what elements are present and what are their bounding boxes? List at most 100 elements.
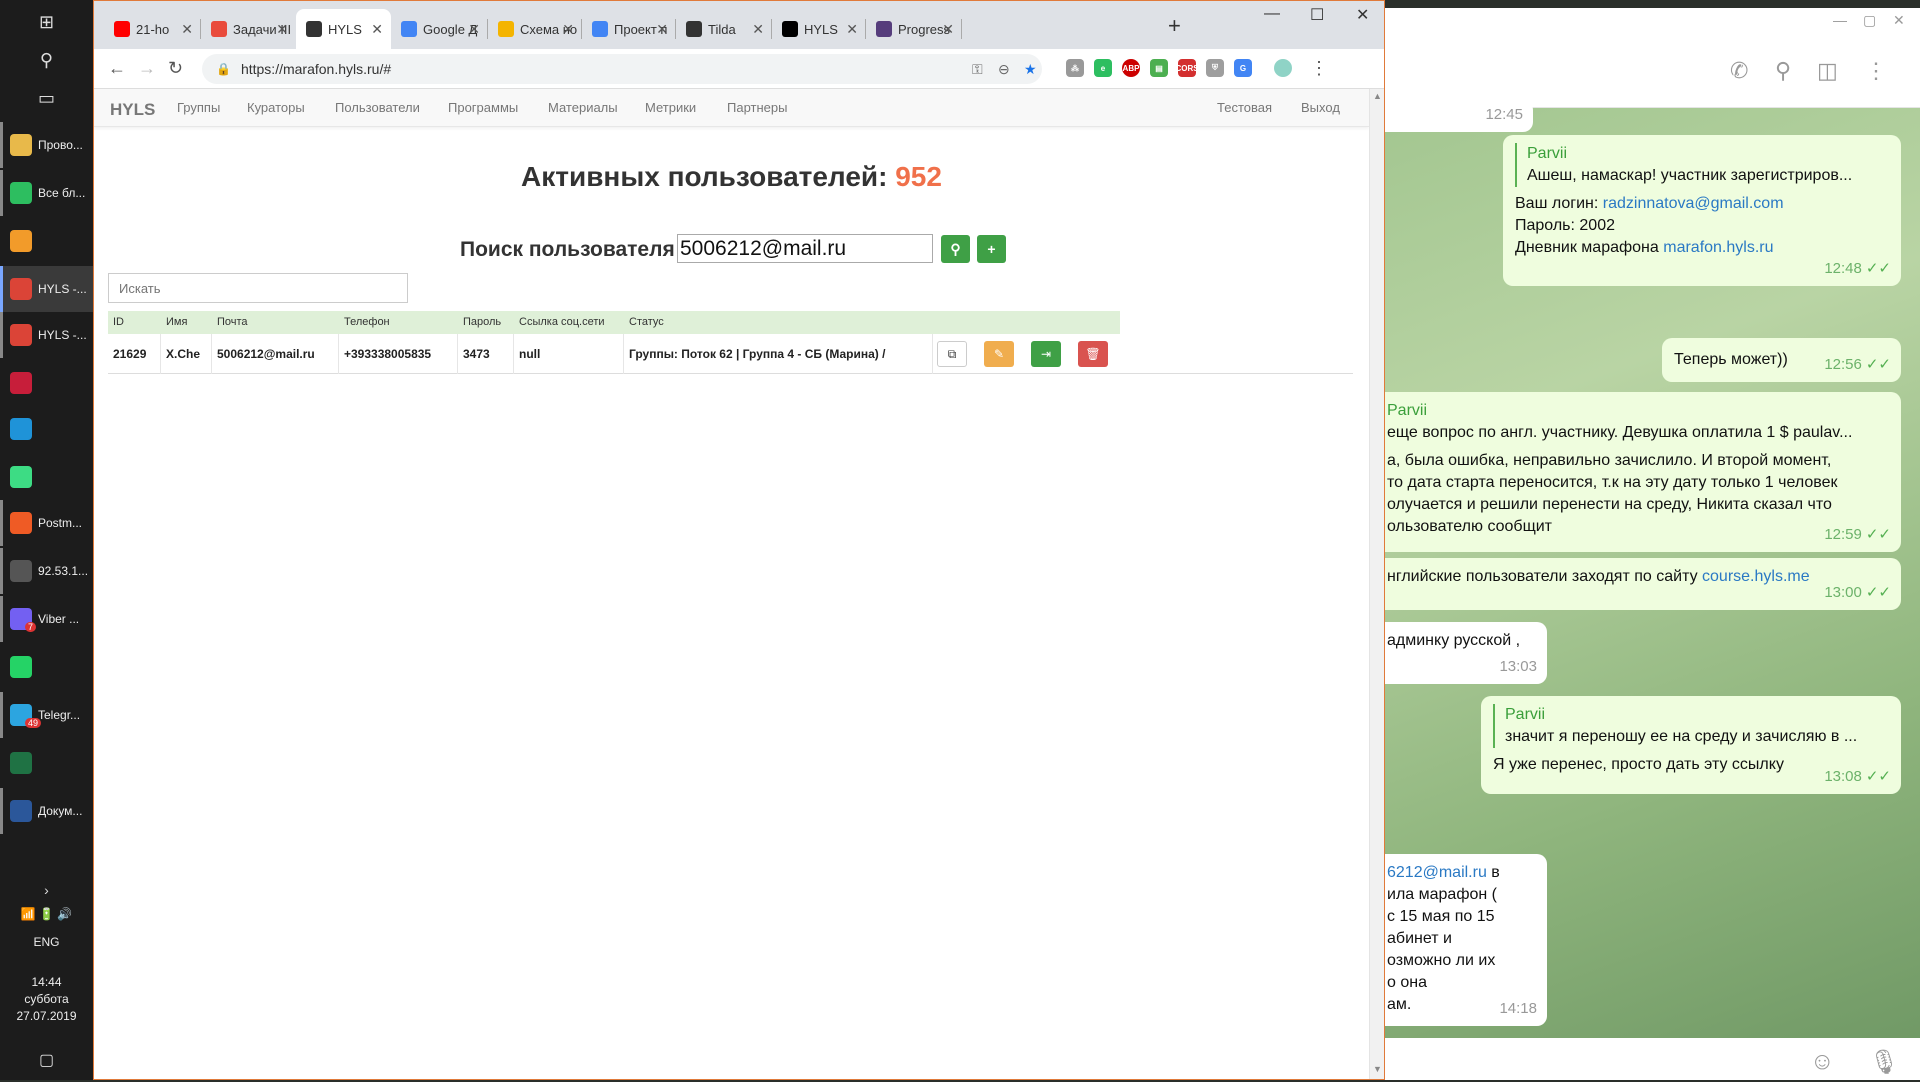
page-scrollbar[interactable]: ▲ ▼ (1369, 89, 1384, 1079)
taskbar-app[interactable] (0, 454, 93, 500)
taskbar-app[interactable] (0, 406, 93, 452)
evernote-icon[interactable]: e (1094, 59, 1112, 77)
search-icon[interactable]: ⚲ (1775, 58, 1791, 84)
nav-curators[interactable]: Кураторы (247, 100, 305, 115)
browser-tab[interactable]: Progress ✕ (866, 9, 962, 49)
close-tab-icon[interactable]: ✕ (562, 21, 574, 38)
menu-icon[interactable]: ⋮ (1310, 58, 1328, 79)
nav-materials[interactable]: Материалы (548, 100, 618, 115)
shield-icon[interactable]: ⛨ (1206, 59, 1224, 77)
close-icon[interactable]: ✕ (1356, 5, 1369, 25)
copy-button[interactable]: ⧉ (937, 341, 967, 367)
sidebar-toggle-icon[interactable]: ◫ (1817, 58, 1838, 84)
taskbar-app[interactable]: 92.53.1... (0, 548, 93, 594)
message[interactable]: Parvii еще вопрос по англ. участнику. Де… (1385, 392, 1901, 552)
browser-tab[interactable]: 21-ho ✕ (104, 9, 201, 49)
back-icon[interactable]: ← (108, 58, 126, 79)
message[interactable]: админку русской , 13:03 (1385, 622, 1547, 684)
login-as-button[interactable]: ⇥ (1031, 341, 1061, 367)
nav-users[interactable]: Пользователи (335, 100, 420, 115)
close-tab-icon[interactable]: ✕ (846, 21, 858, 38)
close-tab-icon[interactable]: ✕ (942, 21, 954, 38)
clock[interactable]: 14:44 суббота 27.07.2019 (0, 974, 93, 1025)
delete-button[interactable]: 🗑 (1078, 341, 1108, 367)
message[interactable]: Parvii Ашеш, намаскар! участник зарегист… (1503, 135, 1901, 286)
translate-icon[interactable]: G (1234, 59, 1252, 77)
key-icon[interactable]: ⚿ (972, 61, 983, 78)
extension-icon[interactable]: ⁂ (1066, 59, 1084, 77)
taskbar-app[interactable]: Все бл... (0, 170, 93, 216)
adblock-icon[interactable]: ABP (1122, 59, 1140, 77)
new-tab-button[interactable]: + (1168, 13, 1181, 39)
browser-tab[interactable]: HYLS ✕ (296, 9, 391, 49)
taskbar-app[interactable]: Postm... (0, 500, 93, 546)
extension-new-icon[interactable]: ▤ (1150, 59, 1168, 77)
add-user-button[interactable]: + (977, 235, 1006, 263)
taskbar-app[interactable] (0, 360, 93, 406)
scroll-up-icon[interactable]: ▲ (1373, 91, 1382, 101)
taskbar-app[interactable]: Докум... (0, 788, 93, 834)
taskbar-app[interactable] (0, 740, 93, 786)
cors-icon[interactable]: CORS (1175, 59, 1199, 77)
minimize-icon[interactable]: — (1833, 12, 1847, 28)
close-tab-icon[interactable]: ✕ (752, 21, 764, 38)
bookmark-star-icon[interactable]: ★ (1024, 61, 1037, 78)
address-bar[interactable]: 🔒 https://marafon.hyls.ru/# ⚿ ⊖ ★ (202, 54, 1042, 84)
phone-icon[interactable]: ✆ (1730, 58, 1748, 84)
taskbar-app[interactable]: HYLS -... (0, 312, 93, 358)
zoom-icon[interactable]: ⊖ (998, 61, 1010, 78)
message[interactable]: Теперь может)) 12:56 ✓✓ (1662, 338, 1901, 382)
nav-partners[interactable]: Партнеры (727, 100, 787, 115)
browser-tab[interactable]: Google Д ✕ (391, 9, 488, 49)
close-tab-icon[interactable]: ✕ (371, 21, 383, 38)
search-input[interactable] (677, 234, 933, 263)
taskbar-app[interactable]: 7 Viber ... (0, 596, 93, 642)
maximize-icon[interactable]: ▢ (1863, 12, 1876, 29)
profile-avatar[interactable] (1274, 59, 1292, 77)
close-icon[interactable]: ✕ (1893, 12, 1905, 29)
close-tab-icon[interactable]: ✕ (468, 21, 480, 38)
reply-quote[interactable]: Parvii Ашеш, намаскар! участник зарегист… (1515, 143, 1889, 187)
nav-groups[interactable]: Группы (177, 100, 220, 115)
taskbar-app[interactable] (0, 218, 93, 264)
task-view-icon[interactable]: ▭ (0, 76, 93, 120)
message-link[interactable]: 6212@mail.ru (1387, 864, 1487, 881)
taskbar-app[interactable] (0, 644, 93, 690)
maximize-icon[interactable]: ☐ (1310, 5, 1324, 25)
reply-quote[interactable]: Parvii значит я переношу ее на среду и з… (1493, 704, 1889, 748)
message-link[interactable]: course.hyls.me (1702, 568, 1810, 585)
nav-test[interactable]: Тестовая (1217, 100, 1272, 115)
tray-icons[interactable]: 📶 🔋 🔊 (0, 906, 93, 923)
browser-tab[interactable]: Проект п ✕ (582, 9, 676, 49)
table-row[interactable]: 21629 X.Che 5006212@mail.ru +39333800583… (108, 334, 1353, 374)
nav-metrics[interactable]: Метрики (645, 100, 696, 115)
reload-icon[interactable]: ↻ (168, 58, 183, 79)
close-tab-icon[interactable]: ✕ (276, 21, 288, 38)
close-tab-icon[interactable]: ✕ (656, 21, 668, 38)
message[interactable]: 6212@mail.ru в ила марафон ( с 15 мая по… (1385, 854, 1547, 1026)
nav-programs[interactable]: Программы (448, 100, 518, 115)
edit-button[interactable]: ✎ (984, 341, 1014, 367)
reply-quote[interactable]: Parvii еще вопрос по англ. участнику. Де… (1387, 400, 1889, 444)
browser-tab[interactable]: HYLS ✕ (772, 9, 866, 49)
forward-icon[interactable]: → (138, 58, 156, 79)
minimize-icon[interactable]: — (1264, 5, 1280, 23)
browser-tab[interactable]: Задачи III ✕ (201, 9, 296, 49)
browser-tab[interactable]: Схема но ✕ (488, 9, 582, 49)
emoji-icon[interactable]: ☺ (1810, 1048, 1835, 1076)
microphone-icon[interactable]: 🎙 (1869, 1048, 1899, 1077)
scroll-down-icon[interactable]: ▼ (1373, 1064, 1382, 1074)
message[interactable]: 12:45 (1385, 100, 1533, 132)
taskbar-app[interactable]: 49 Telegr... (0, 692, 93, 738)
message-link[interactable]: radzinnatova@gmail.com (1603, 195, 1784, 212)
brand-logo[interactable]: HYLS (110, 100, 155, 120)
message[interactable]: нглийские пользователи заходят по сайту … (1385, 558, 1901, 610)
nav-logout[interactable]: Выход (1301, 100, 1340, 115)
close-tab-icon[interactable]: ✕ (181, 21, 193, 38)
message[interactable]: Parvii значит я переношу ее на среду и з… (1481, 696, 1901, 794)
taskbar-app[interactable]: Прово... (0, 122, 93, 168)
message-link[interactable]: marafon.hyls.ru (1663, 239, 1773, 256)
language-indicator[interactable]: ENG (0, 934, 93, 951)
search-button[interactable]: ⚲ (941, 235, 970, 263)
table-filter-input[interactable] (108, 273, 408, 303)
